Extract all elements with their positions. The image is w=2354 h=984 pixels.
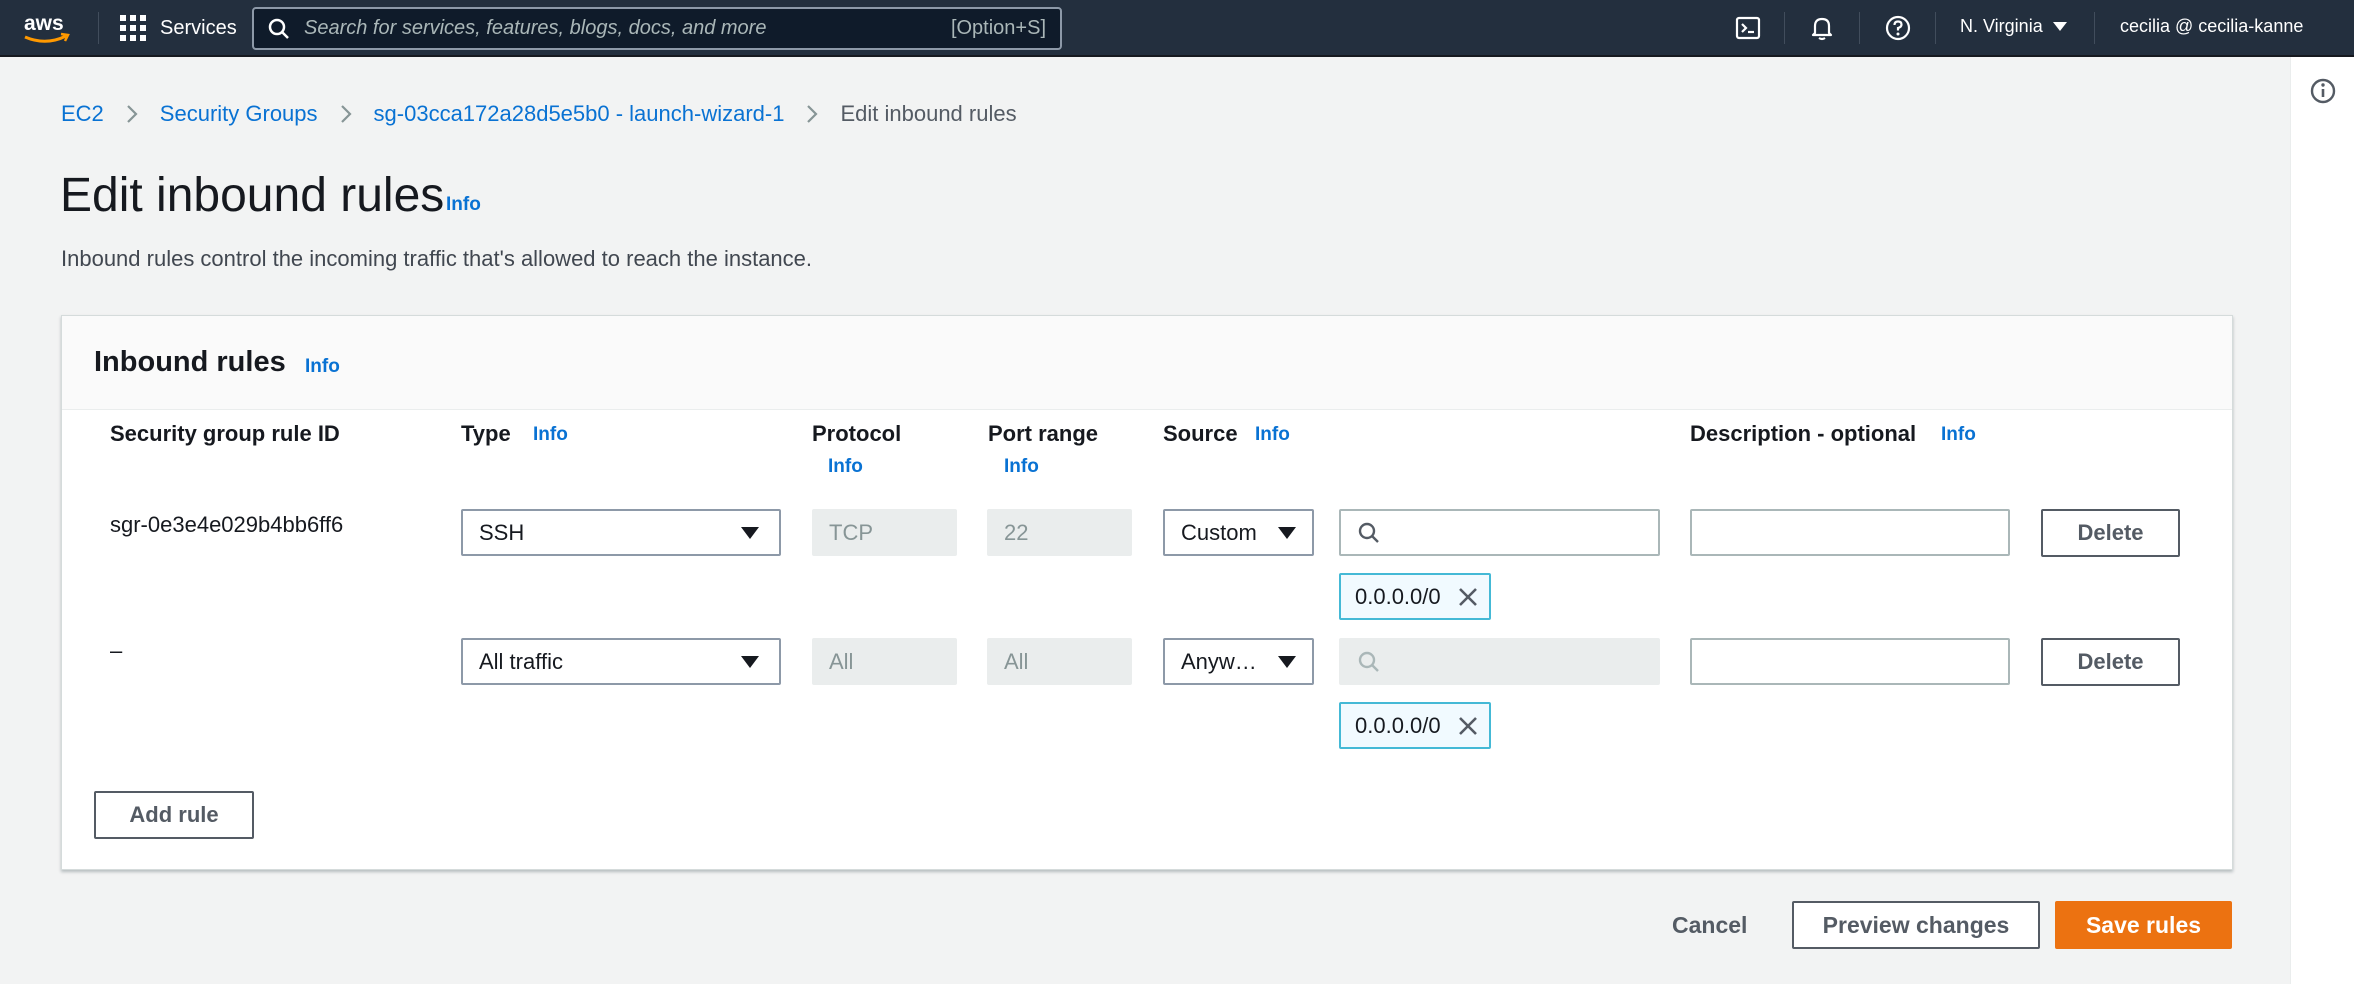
add-rule-label: Add rule [129,802,219,827]
source-select[interactable]: Custom [1163,509,1314,556]
add-rule-button[interactable]: Add rule [94,791,254,839]
panel-header: Inbound rules Info [62,316,2232,410]
preview-changes-button[interactable]: Preview changes [1792,901,2040,949]
column-header-port-range: Port range [988,421,1099,446]
breadcrumb-security-group[interactable]: sg-03cca172a28d5e5b0 - launch-wizard-1 [374,101,785,127]
breadcrumb-security-groups[interactable]: Security Groups [160,101,318,127]
cloudshell-icon[interactable] [1734,14,1762,42]
page-title: Edit inbound rules [60,169,445,222]
type-select[interactable]: SSH [461,509,781,556]
bell-icon[interactable] [1808,14,1836,42]
nav-divider [98,12,99,44]
region-selector[interactable]: N. Virginia [1960,16,2067,37]
cidr-search-input[interactable] [1339,509,1660,556]
column-header-protocol: Protocol [812,421,902,446]
type-select-value: All traffic [479,648,563,674]
delete-button-label: Delete [2077,520,2144,545]
help-icon[interactable] [1884,14,1912,42]
rule-id-cell: sgr-0e3e4e029b4bb6ff6 [110,512,344,537]
chevron-right-icon [807,105,819,123]
search-shortcut: [Option+S] [950,17,1046,39]
rule-id-cell: – [110,638,123,663]
search-placeholder: Search for services, features, blogs, do… [304,17,767,39]
services-label: Services [160,16,237,39]
page-info-link[interactable]: Info [446,194,481,216]
column-header-description: Description - optional [1690,421,1917,446]
nav-divider [1935,12,1936,44]
close-icon[interactable] [1457,586,1479,608]
type-info-link[interactable]: Info [533,424,568,446]
search-icon [268,18,289,39]
column-header-type: Type [461,421,511,446]
chevron-right-icon [340,105,352,123]
protocol-field: TCP [812,509,957,556]
protocol-field: All [812,638,957,685]
close-icon[interactable] [1457,715,1479,737]
preview-changes-label: Preview changes [1822,911,2010,938]
breadcrumb: EC2 Security Groups sg-03cca172a28d5e5b0… [61,101,1017,127]
port-range-field: All [987,638,1132,685]
port-range-field: 22 [987,509,1132,556]
protocol-value: All [829,648,854,674]
description-input[interactable] [1690,638,2010,685]
port-range-value: 22 [1004,519,1029,545]
inbound-rules-panel: Inbound rules Info Security group rule I… [61,315,2233,870]
source-select[interactable]: Anyw… [1163,638,1314,685]
description-input[interactable] [1690,509,2010,556]
description-info-link[interactable]: Info [1941,424,1976,446]
source-info-link[interactable]: Info [1255,424,1290,446]
search-icon [1358,651,1379,672]
breadcrumb-current: Edit inbound rules [840,101,1017,126]
info-circle-icon[interactable] [2309,77,2337,105]
nav-divider [2094,12,2095,44]
services-menu[interactable]: Services [120,14,237,42]
cidr-token: 0.0.0.0/0 [1339,702,1491,749]
panel-info-link[interactable]: Info [305,356,340,378]
cidr-token-label: 0.0.0.0/0 [1355,583,1441,609]
account-label: cecilia @ cecilia-kanne [2120,16,2304,36]
protocol-info-link[interactable]: Info [828,456,863,478]
nav-divider [1784,12,1785,44]
page-description: Inbound rules control the incoming traff… [61,246,813,271]
nav-divider [1859,12,1860,44]
delete-button[interactable]: Delete [2041,509,2180,557]
column-header-rule-id: Security group rule ID [110,421,340,446]
cidr-search-input [1339,638,1660,685]
account-menu[interactable]: cecilia @ cecilia-kanne [2120,16,2303,37]
port-range-info-link[interactable]: Info [1004,456,1039,478]
caret-down-icon [1278,655,1296,668]
source-select-value: Custom [1181,519,1257,545]
cidr-token: 0.0.0.0/0 [1339,573,1491,620]
tools-panel [2290,57,2354,984]
chevron-right-icon [127,105,138,123]
search-icon [1358,522,1379,543]
type-select-value: SSH [479,519,525,545]
aws-logo[interactable]: aws [22,10,74,46]
caret-down-icon [2052,22,2067,31]
grid-icon [120,15,146,41]
type-select[interactable]: All traffic [461,638,781,685]
delete-button[interactable]: Delete [2041,638,2180,686]
top-navigation: aws Services Search for services, featur… [0,0,2354,57]
breadcrumb-ec2[interactable]: EC2 [61,101,104,127]
delete-button-label: Delete [2077,649,2144,674]
panel-title: Inbound rules [94,346,286,378]
save-rules-label: Save rules [2085,911,2202,938]
region-label: N. Virginia [1960,16,2043,36]
protocol-value: TCP [829,519,873,545]
global-search-input[interactable]: Search for services, features, blogs, do… [252,7,1062,50]
column-header-source: Source [1163,421,1238,446]
cidr-token-label: 0.0.0.0/0 [1355,712,1441,738]
save-rules-button[interactable]: Save rules [2055,901,2232,949]
source-select-value: Anyw… [1181,648,1257,674]
caret-down-icon [741,655,759,668]
cancel-button[interactable]: Cancel [1672,912,1747,939]
caret-down-icon [741,526,759,539]
port-range-value: All [1004,648,1029,674]
svg-text:aws: aws [24,12,64,35]
caret-down-icon [1278,526,1296,539]
